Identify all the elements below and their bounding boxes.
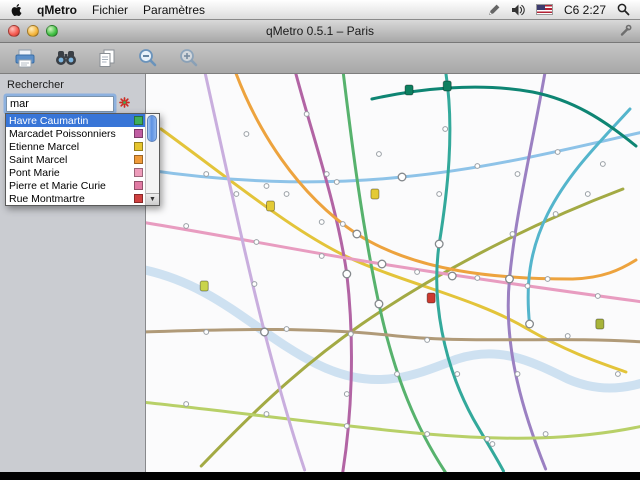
window-content: Rechercher Havre CaumartinMarcadet Poiss… [0, 74, 640, 472]
search-result-item[interactable]: Havre Caumartin [6, 114, 145, 127]
line-color-swatch [134, 181, 143, 190]
scrollbar-thumb[interactable] [147, 115, 157, 142]
app-menu[interactable]: qMetro [37, 3, 77, 17]
search-result-item[interactable]: Etienne Marcel [6, 140, 145, 153]
search-result-item[interactable]: Marcadet Poissonniers [6, 127, 145, 140]
scrollbar-down-arrow[interactable]: ▼ [146, 193, 159, 205]
spotlight-icon[interactable] [617, 3, 630, 16]
search-label: Rechercher [7, 79, 139, 91]
search-results-list: Havre CaumartinMarcadet PoissonniersEtie… [6, 114, 145, 205]
line-color-swatch [134, 116, 143, 125]
bottom-strip [0, 472, 640, 480]
search-result-item[interactable]: Pont Marie [6, 166, 145, 179]
result-label: Etienne Marcel [9, 141, 131, 153]
window-title: qMetro 0.5.1 – Paris [266, 24, 374, 38]
result-label: Rue Montmartre [9, 193, 131, 205]
metro-map[interactable] [146, 74, 640, 472]
volume-icon[interactable] [511, 4, 525, 16]
search-input[interactable] [6, 96, 114, 112]
window-controls [8, 25, 58, 37]
title-bar[interactable]: qMetro 0.5.1 – Paris [0, 20, 640, 43]
search-result-item[interactable]: Pierre et Marie Curie [6, 179, 145, 192]
app-window: qMetro 0.5.1 – Paris Rec [0, 20, 640, 472]
zoom-out-button[interactable] [135, 46, 161, 70]
metro-map-canvas [146, 74, 640, 472]
search-result-item[interactable]: Saint Marcel [6, 153, 145, 166]
line-color-swatch [134, 168, 143, 177]
menu-bar-status: C6 2:27 [488, 3, 630, 17]
pencil-icon[interactable] [488, 4, 500, 16]
result-label: Havre Caumartin [9, 115, 131, 127]
close-button[interactable] [8, 25, 20, 37]
menu-item-fichier[interactable]: Fichier [92, 3, 128, 17]
us-flag-icon[interactable] [536, 4, 553, 15]
dropdown-scrollbar[interactable]: ▼ [145, 114, 159, 205]
search-result-item[interactable]: Rue Montmartre [6, 192, 145, 205]
copy-button[interactable] [94, 46, 120, 70]
print-button[interactable] [12, 46, 38, 70]
result-label: Marcadet Poissonniers [9, 128, 131, 140]
flag-canton [537, 5, 545, 10]
line-color-swatch [134, 142, 143, 151]
find-button[interactable] [53, 46, 79, 70]
search-marker-icon[interactable] [119, 97, 130, 111]
menu-bar: qMetro Fichier Paramètres C6 2:27 [0, 0, 640, 20]
search-row [6, 95, 139, 113]
menu-bar-clock[interactable]: C6 2:27 [564, 3, 606, 17]
zoom-in-button[interactable] [176, 46, 202, 70]
menu-item-paramtres[interactable]: Paramètres [143, 3, 205, 17]
toolbar [0, 43, 640, 74]
menu-items: Fichier Paramètres [92, 3, 205, 17]
minimize-button[interactable] [27, 25, 39, 37]
result-label: Saint Marcel [9, 154, 131, 166]
line-color-swatch [134, 129, 143, 138]
search-results-dropdown: Havre CaumartinMarcadet PoissonniersEtie… [5, 113, 160, 206]
wrench-icon[interactable] [619, 24, 632, 40]
apple-menu-icon[interactable] [10, 3, 22, 17]
line-color-swatch [134, 155, 143, 164]
result-label: Pierre et Marie Curie [9, 180, 131, 192]
search-sidebar: Rechercher Havre CaumartinMarcadet Poiss… [0, 74, 146, 472]
screen: qMetro Fichier Paramètres C6 2:27 qMetro [0, 0, 640, 480]
result-label: Pont Marie [9, 167, 131, 179]
line-color-swatch [134, 194, 143, 203]
zoom-button[interactable] [46, 25, 58, 37]
